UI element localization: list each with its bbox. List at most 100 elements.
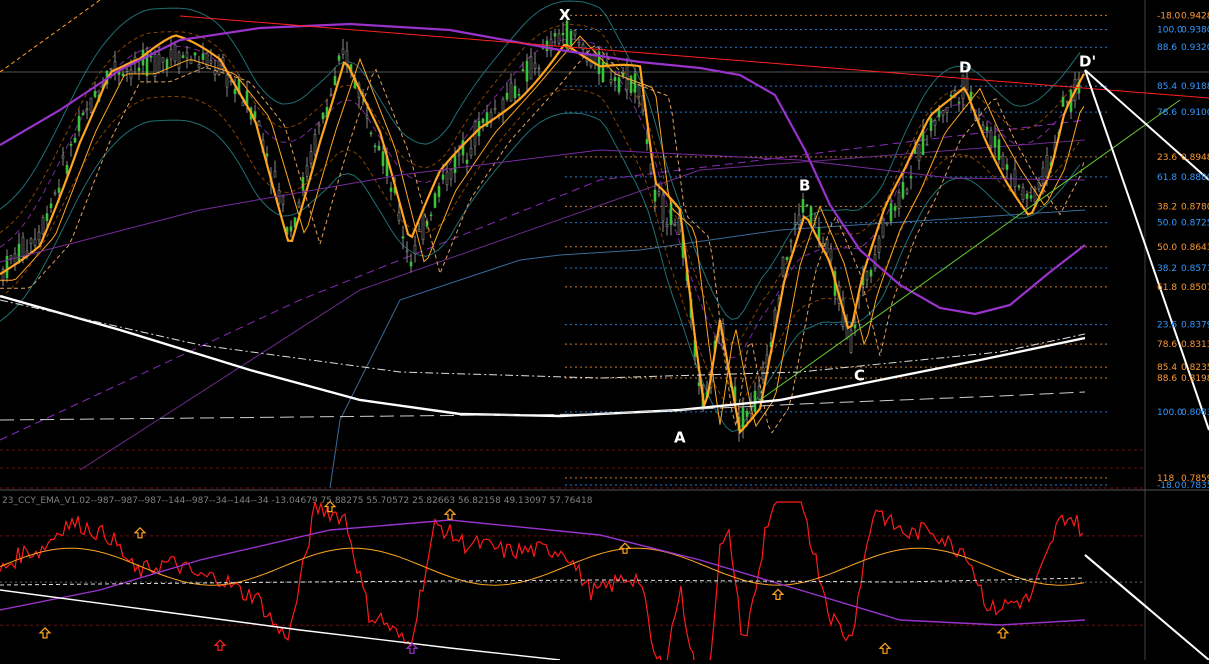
- candle-body: [333, 75, 337, 86]
- candle-body: [917, 144, 921, 162]
- candle-body: [613, 77, 617, 81]
- candle-body: [677, 218, 681, 235]
- candle-body: [941, 110, 945, 116]
- fib-level-text-18: -18.0: [1157, 481, 1181, 491]
- pattern-point-4: D: [959, 59, 971, 77]
- candle-body: [553, 33, 557, 37]
- candle-body: [297, 202, 301, 208]
- candle-body: [537, 67, 541, 70]
- candle-body: [193, 52, 197, 56]
- candle-body: [273, 170, 277, 178]
- fib-price-text-11: 0.8507: [1181, 283, 1209, 293]
- candle-body: [209, 60, 213, 64]
- fib-level-text-5: 23.6: [1157, 153, 1177, 163]
- fib-price-text-6: 0.8880: [1181, 173, 1209, 183]
- candle-body: [69, 143, 73, 146]
- fib-level-text-4: 78.6: [1157, 108, 1177, 118]
- candle-body: [169, 49, 173, 60]
- candle-body: [865, 271, 869, 281]
- candle-body: [149, 55, 153, 58]
- fib-level-text-10: 38.2: [1157, 264, 1177, 274]
- candle-body: [869, 269, 873, 277]
- candle-body: [185, 52, 189, 59]
- candle-body: [653, 189, 657, 202]
- candle-body: [785, 256, 789, 261]
- candle-body: [945, 106, 949, 113]
- candle-body: [573, 30, 577, 36]
- candle-body: [37, 231, 41, 241]
- pattern-point-1: A: [674, 429, 686, 447]
- candle-body: [513, 85, 517, 99]
- candle-body: [525, 60, 529, 82]
- candle-body: [329, 94, 333, 96]
- fib-level-text-0: -18.0: [1157, 11, 1181, 21]
- candle-body: [225, 74, 229, 88]
- candle-body: [381, 151, 385, 167]
- candle-body: [53, 192, 57, 195]
- candle-body: [697, 382, 701, 386]
- candle-body: [757, 386, 761, 400]
- candle-body: [745, 410, 749, 417]
- candle-body: [445, 171, 449, 186]
- candle-body: [41, 217, 45, 234]
- candle-body: [369, 132, 373, 135]
- candle-body: [1005, 164, 1009, 170]
- candle-body: [957, 101, 961, 104]
- candle-body: [1013, 168, 1017, 187]
- candle-body: [313, 134, 317, 155]
- fib-price-text-14: 0.8235: [1181, 363, 1209, 373]
- fib-price-text-13: 0.8313: [1181, 340, 1209, 350]
- candle-body: [789, 240, 793, 243]
- candle-body: [433, 193, 437, 208]
- fib-level-text-3: 85.4: [1157, 82, 1177, 92]
- candle-body: [305, 165, 309, 177]
- candle-body: [9, 255, 13, 259]
- candle-body: [441, 174, 445, 180]
- candle-body: [881, 219, 885, 238]
- candle-body: [893, 206, 897, 211]
- candle-body: [365, 115, 369, 119]
- candle-body: [25, 250, 29, 255]
- candle-body: [73, 137, 77, 143]
- candle-body: [125, 69, 129, 72]
- candle-body: [197, 64, 201, 68]
- fib-level-text-14: 85.4: [1157, 363, 1177, 373]
- candle-body: [521, 69, 525, 71]
- fib-price-text-12: 0.8379: [1181, 321, 1209, 331]
- candle-body: [897, 192, 901, 209]
- candle-body: [81, 112, 85, 116]
- candle-body: [61, 155, 65, 159]
- candle-body: [65, 164, 69, 174]
- candle-body: [661, 194, 665, 222]
- candle-body: [157, 53, 161, 73]
- candle-body: [1025, 193, 1029, 199]
- candle-body: [1021, 187, 1025, 201]
- pattern-point-5: D': [1079, 53, 1096, 71]
- candle-body: [233, 88, 237, 95]
- fib-level-text-9: 50.0: [1157, 243, 1177, 253]
- candle-body: [645, 138, 649, 144]
- candle-body: [377, 145, 381, 151]
- candle-body: [901, 182, 905, 199]
- candle-body: [29, 238, 33, 244]
- candle-body: [85, 108, 89, 111]
- candle-body: [825, 239, 829, 254]
- fib-price-text-2: 0.9320: [1181, 43, 1209, 53]
- candle-body: [45, 213, 49, 221]
- candle-body: [77, 115, 81, 132]
- fib-price-text-3: 0.9188: [1181, 82, 1209, 92]
- candle-body: [793, 222, 797, 225]
- candle-body: [673, 224, 677, 227]
- candle-body: [505, 92, 509, 100]
- candle-body: [281, 195, 285, 205]
- candle-body: [581, 44, 585, 50]
- candle-body: [801, 199, 805, 213]
- candle-body: [461, 140, 465, 156]
- candle-body: [289, 226, 293, 232]
- candle-body: [665, 224, 669, 227]
- fib-level-text-12: 23.6: [1157, 321, 1177, 331]
- candle-body: [517, 94, 521, 96]
- candle-body: [177, 51, 181, 69]
- candle-body: [241, 101, 245, 106]
- candle-body: [829, 248, 833, 261]
